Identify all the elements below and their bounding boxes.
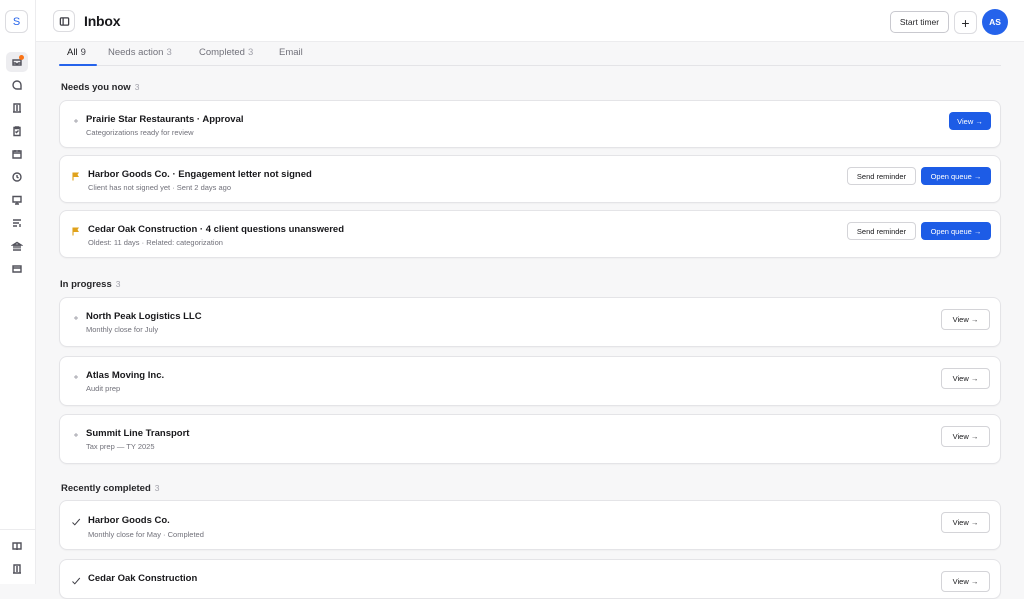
- send-reminder-button[interactable]: Send reminder: [847, 167, 916, 185]
- monitor-nav-icon[interactable]: [6, 190, 28, 210]
- clipboard-nav-icon[interactable]: [6, 121, 28, 141]
- list-item[interactable]: Prairie Star Restaurants · Approval Cate…: [59, 100, 1001, 148]
- tab-email[interactable]: Email: [279, 47, 303, 65]
- item-subtitle: Client has not signed yet · Sent 2 days …: [88, 183, 232, 192]
- tab-completed[interactable]: Completed 3: [199, 47, 253, 65]
- sparkle-icon: [70, 371, 82, 383]
- item-title: Cedar Oak Construction · 4 client questi…: [88, 224, 345, 235]
- item-subtitle: Tax prep — TY 2025: [86, 442, 155, 451]
- view-button[interactable]: View →: [941, 571, 990, 592]
- workspace-logo[interactable]: S: [5, 10, 28, 33]
- inbox-tabs: All 9 Needs action 3 Completed 3 Email: [59, 42, 1001, 66]
- item-title: Prairie Star Restaurants · Approval: [86, 114, 244, 125]
- open-queue-button[interactable]: Open queue →: [921, 167, 991, 185]
- list-item[interactable]: Summit Line Transport Tax prep — TY 2025…: [59, 414, 1001, 464]
- building-nav-icon[interactable]: [6, 98, 28, 118]
- section-heading-progress: In progress 3: [60, 279, 120, 290]
- tab-label: Completed: [199, 47, 245, 58]
- tab-count: 3: [247, 47, 254, 58]
- flag-icon: [70, 170, 82, 182]
- sidebar-rail: S: [0, 0, 36, 584]
- chat-nav-icon[interactable]: [6, 75, 28, 95]
- add-button[interactable]: +: [954, 11, 977, 34]
- tab-label: Needs action: [108, 47, 164, 58]
- item-subtitle: Categorizations ready for review: [86, 128, 194, 137]
- card-nav-icon[interactable]: [6, 259, 28, 279]
- item-subtitle: Monthly close for July: [86, 325, 159, 334]
- item-title: Harbor Goods Co.: [88, 515, 170, 526]
- tab-count: 3: [166, 47, 172, 58]
- list-item[interactable]: Harbor Goods Co. Monthly close for May ·…: [59, 500, 1001, 550]
- item-title: Atlas Moving Inc.: [86, 370, 165, 381]
- page-title: Inbox: [84, 13, 121, 29]
- calendar-nav-icon[interactable]: [6, 144, 28, 164]
- panel-icon: [59, 16, 69, 26]
- rail-divider: [0, 529, 36, 530]
- tab-all[interactable]: All 9: [67, 47, 86, 65]
- sparkle-icon: [70, 115, 82, 127]
- tab-count: 9: [80, 47, 86, 58]
- section-count: 3: [115, 279, 121, 289]
- inbox-nav-icon[interactable]: [6, 52, 28, 72]
- avatar[interactable]: AS: [982, 9, 1008, 35]
- clock-nav-icon[interactable]: [6, 167, 28, 187]
- item-subtitle: Monthly close for May · Completed: [88, 530, 204, 539]
- toggle-sidebar-button[interactable]: [53, 10, 75, 32]
- item-title: North Peak Logistics LLC: [86, 311, 202, 322]
- view-button[interactable]: View →: [941, 309, 990, 330]
- section-title: In progress: [60, 279, 112, 290]
- section-count: 3: [154, 483, 160, 493]
- section-title: Recently completed: [61, 483, 151, 494]
- sparkle-icon: [70, 429, 82, 441]
- list-nav-icon[interactable]: [6, 213, 28, 233]
- item-title: Summit Line Transport: [86, 428, 190, 439]
- tab-label: Email: [279, 47, 303, 58]
- check-icon: [70, 516, 82, 528]
- section-heading-completed: Recently completed 3: [61, 483, 159, 494]
- item-title: Cedar Oak Construction: [88, 573, 198, 584]
- list-item[interactable]: Cedar Oak Construction · 4 client questi…: [59, 210, 1001, 258]
- list-item[interactable]: Cedar Oak Construction View →: [59, 559, 1001, 599]
- tab-label: All: [67, 47, 78, 58]
- view-button[interactable]: View →: [949, 112, 991, 130]
- section-title: Needs you now: [61, 82, 131, 93]
- tab-needs-action[interactable]: Needs action 3: [108, 47, 172, 65]
- send-reminder-button[interactable]: Send reminder: [847, 222, 916, 240]
- section-count: 3: [134, 82, 140, 92]
- top-bar: Inbox Start timer + AS: [36, 0, 1024, 42]
- check-icon: [70, 575, 82, 587]
- list-item[interactable]: North Peak Logistics LLC Monthly close f…: [59, 297, 1001, 347]
- list-item[interactable]: Atlas Moving Inc. Audit prep View →: [59, 356, 1001, 406]
- section-heading-needs: Needs you now 3: [61, 82, 139, 93]
- open-queue-button[interactable]: Open queue →: [921, 222, 991, 240]
- flag-icon: [70, 225, 82, 237]
- book-nav-icon[interactable]: [6, 536, 28, 556]
- view-button[interactable]: View →: [941, 368, 990, 389]
- start-timer-button[interactable]: Start timer: [890, 11, 949, 33]
- active-tab-indicator: [59, 64, 97, 66]
- list-item[interactable]: Harbor Goods Co. · Engagement letter not…: [59, 155, 1001, 203]
- item-subtitle: Oldest: 11 days · Related: categorizatio…: [88, 238, 223, 247]
- notification-dot: [19, 55, 24, 60]
- view-button[interactable]: View →: [941, 512, 990, 533]
- bank-nav-icon[interactable]: [6, 236, 28, 256]
- item-title: Harbor Goods Co. · Engagement letter not…: [88, 169, 312, 180]
- view-button[interactable]: View →: [941, 426, 990, 447]
- item-subtitle: Audit prep: [86, 384, 121, 393]
- office-nav-icon[interactable]: [6, 559, 28, 579]
- sparkle-icon: [70, 312, 82, 324]
